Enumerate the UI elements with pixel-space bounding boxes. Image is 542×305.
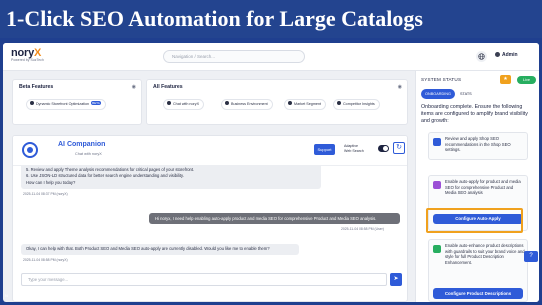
onboarding-text: Onboarding complete. Ensure the followin… xyxy=(421,104,528,124)
send-icon[interactable]: ➤ xyxy=(390,273,402,286)
configure-product-descriptions-button[interactable]: Configure Product Descriptions xyxy=(433,288,523,299)
adaptive-search-toggle[interactable] xyxy=(378,145,389,152)
tab-stats[interactable]: STATS xyxy=(460,89,476,99)
chip-label: Dynamic Storefront Optimization xyxy=(36,102,90,106)
message-timestamp: 2025-11-04 08:58 PM (noryX) xyxy=(23,258,68,262)
app-logo[interactable]: noryX Powered by SuzTech xyxy=(11,47,44,62)
pie-icon xyxy=(288,101,292,105)
eye-icon[interactable]: ◉ xyxy=(132,84,136,90)
bot-message-line: 6. Use JSON-LD structured data for bette… xyxy=(26,173,184,178)
chat-title: AI Companion xyxy=(58,141,106,148)
building-icon xyxy=(225,101,229,105)
globe-icon[interactable] xyxy=(476,51,487,62)
edit-icon xyxy=(433,245,441,253)
refresh-icon[interactable]: ↻ xyxy=(393,142,405,154)
banner: 1-Click SEO Automation for Large Catalog… xyxy=(0,0,542,38)
logo-subtitle: Powered by SuzTech xyxy=(11,58,44,62)
chip-label: Competitor Insights xyxy=(343,102,375,106)
chat-subtitle: Chat with noryX xyxy=(75,152,102,156)
chart-icon xyxy=(433,181,441,189)
chip-label: Chat with noryX xyxy=(173,102,200,106)
beta-features-card: Beta Features ◉ Dynamic Storefront Optim… xyxy=(12,79,142,125)
corner-mark: N xyxy=(5,293,8,298)
tab-onboarding[interactable]: ONBOARDING xyxy=(421,89,455,99)
beta-features-title: Beta Features xyxy=(19,84,54,90)
help-icon[interactable]: ? xyxy=(524,251,538,262)
user-message: Hi noryx, I need help enabling auto-appl… xyxy=(149,213,400,224)
step-product-descriptions: Enable auto-enhance product descriptions… xyxy=(428,239,528,302)
bot-message-line: Okay, I can help with that. Both Product… xyxy=(26,246,270,251)
live-badge: Live xyxy=(517,76,536,84)
all-features-card: All Features ◉ Chat with noryX Business … xyxy=(146,79,408,125)
top-bar: noryX Powered by SuzTech Navigation / Se… xyxy=(3,43,539,71)
user-label: Admin xyxy=(502,52,518,58)
chip-market-segment[interactable]: Market Segment xyxy=(284,99,327,110)
chip-business-environment[interactable]: Business Environment xyxy=(221,99,273,110)
bot-message: Okay, I can help with that. Both Product… xyxy=(21,244,299,255)
chip-competitor-insights[interactable]: Competitor Insights xyxy=(333,99,380,110)
status-title: SYSTEM STATUS xyxy=(421,77,462,82)
adaptive-line2: Web Search xyxy=(344,148,364,153)
chip-dynamic-storefront[interactable]: Dynamic Storefront Optimization BETA xyxy=(26,99,106,110)
insights-icon xyxy=(337,101,341,105)
chat-icon xyxy=(167,101,171,105)
eye-icon[interactable]: ◉ xyxy=(398,84,402,90)
step-shop-seo: Review and apply Shop SEO recommendation… xyxy=(428,132,528,160)
chip-chat-noryx[interactable]: Chat with noryX xyxy=(163,99,205,110)
chat-input[interactable]: Type your message... xyxy=(21,273,387,286)
trophy-icon[interactable]: ★ xyxy=(500,75,511,84)
chat-header: AI Companion Chat with noryX Support Ada… xyxy=(13,136,407,166)
highlight-frame xyxy=(426,208,523,233)
sparkle-icon xyxy=(30,101,34,105)
system-status-panel: SYSTEM STATUS ★ Live ONBOARDING STATS On… xyxy=(415,71,539,302)
ai-companion-panel: AI Companion Chat with noryX Support Ada… xyxy=(12,135,408,302)
ai-logo-icon xyxy=(22,142,38,158)
message-timestamp: 2025-11-04 08:37 PM (noryX) xyxy=(23,192,68,196)
bot-message-line: How can I help you today? xyxy=(26,180,76,185)
support-button[interactable]: Support xyxy=(314,144,335,155)
adaptive-search-label: Adaptive Web Search xyxy=(344,144,364,153)
user-icon xyxy=(495,52,500,57)
document-icon xyxy=(433,138,441,146)
chip-label: Business Environment xyxy=(231,102,268,106)
beta-badge: BETA xyxy=(91,101,101,105)
step-text: Enable auto-enhance product descriptions… xyxy=(445,243,525,265)
step-text: Review and apply Shop SEO recommendation… xyxy=(445,136,511,153)
app-window: noryX Powered by SuzTech Navigation / Se… xyxy=(3,43,539,302)
search-input[interactable]: Navigation / Search... xyxy=(163,50,305,63)
all-features-title: All Features xyxy=(153,84,183,90)
step-text: Enable auto-apply for product and media … xyxy=(445,179,521,196)
user-menu[interactable]: Admin xyxy=(495,52,518,58)
message-timestamp: 2025-11-04 08:58 PM (User) xyxy=(341,227,384,231)
banner-title: 1-Click SEO Automation for Large Catalog… xyxy=(6,6,423,31)
chip-label: Market Segment xyxy=(294,102,322,106)
